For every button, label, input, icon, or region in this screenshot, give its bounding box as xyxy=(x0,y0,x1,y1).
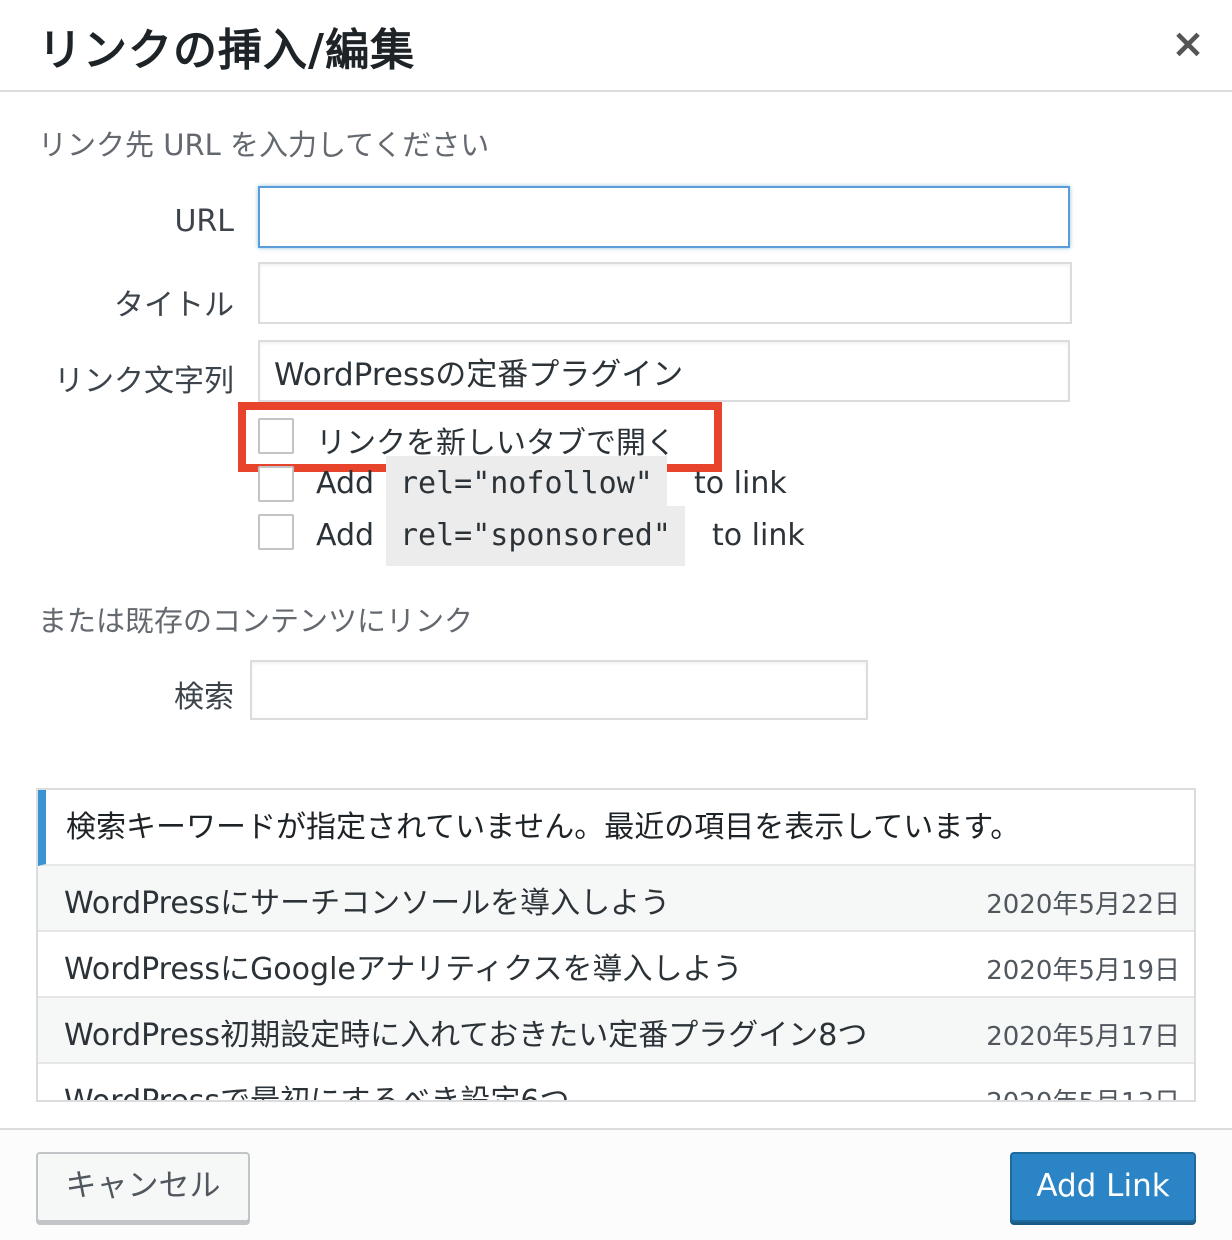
close-icon[interactable]: × xyxy=(1166,20,1210,68)
link-text-input[interactable] xyxy=(258,340,1070,402)
dialog-footer: キャンセル Add Link xyxy=(0,1128,1232,1240)
title-input[interactable] xyxy=(258,262,1072,324)
result-row[interactable]: WordPressにGoogleアナリティクスを導入しよう 2020年5月19日 xyxy=(38,932,1194,998)
result-title: WordPressで最初にするべき設定6つ xyxy=(64,1084,570,1102)
nofollow-code: rel="nofollow" xyxy=(386,456,667,506)
dialog-titlebar: リンクの挿入/編集 × xyxy=(0,0,1232,92)
nofollow-prefix: Add xyxy=(316,466,375,501)
add-link-button[interactable]: Add Link xyxy=(1010,1152,1196,1222)
dialog-title: リンクの挿入/編集 xyxy=(38,25,416,76)
sponsored-code: rel="sponsored" xyxy=(386,506,685,566)
result-row[interactable]: WordPress初期設定時に入れておきたい定番プラグイン8つ 2020年5月1… xyxy=(38,998,1194,1064)
nofollow-suffix: to link xyxy=(694,466,787,501)
result-date: 2020年5月13日 xyxy=(986,1082,1180,1100)
link-section-heading: リンク先 URL を入力してください xyxy=(38,128,490,162)
existing-content-heading: または既存のコンテンツにリンク xyxy=(38,604,474,638)
cancel-button[interactable]: キャンセル xyxy=(36,1152,250,1222)
result-date: 2020年5月17日 xyxy=(986,1022,1180,1052)
result-title: WordPressにGoogleアナリティクスを導入しよう xyxy=(64,952,743,987)
link-text-label: リンク文字列 xyxy=(54,364,234,399)
result-row[interactable]: WordPressで最初にするべき設定6つ 2020年5月13日 xyxy=(38,1064,1194,1102)
url-input[interactable] xyxy=(258,186,1070,248)
url-label: URL xyxy=(174,204,234,239)
search-label: 検索 xyxy=(174,680,234,715)
result-title: WordPressにサーチコンソールを導入しよう xyxy=(64,886,671,921)
sponsored-checkbox[interactable] xyxy=(258,514,294,550)
title-label: タイトル xyxy=(114,288,234,323)
sponsored-prefix: Add xyxy=(316,518,375,553)
result-title: WordPress初期設定時に入れておきたい定番プラグイン8つ xyxy=(64,1018,868,1053)
result-date: 2020年5月19日 xyxy=(986,956,1180,986)
sponsored-suffix: to link xyxy=(712,518,805,553)
search-input[interactable] xyxy=(250,660,868,720)
result-date: 2020年5月22日 xyxy=(986,890,1180,920)
nofollow-checkbox[interactable] xyxy=(258,466,294,502)
results-notice: 検索キーワードが指定されていません。最近の項目を表示しています。 xyxy=(38,790,1194,866)
result-row[interactable]: WordPressにサーチコンソールを導入しよう 2020年5月22日 xyxy=(38,866,1194,932)
search-results-panel: 検索キーワードが指定されていません。最近の項目を表示しています。 WordPre… xyxy=(36,788,1196,1102)
